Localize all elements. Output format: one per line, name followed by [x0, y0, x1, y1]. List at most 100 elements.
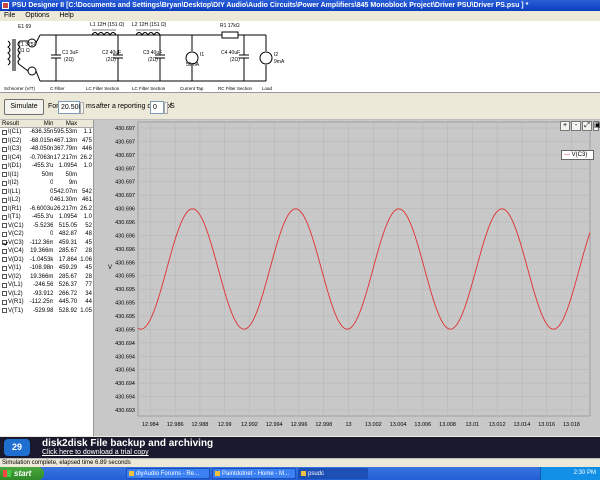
- chart-svg: 430.697 430.697 430.697 430.697 430.697 430.6…: [108, 121, 591, 428]
- y-tick-label: 430.697: [115, 126, 135, 132]
- result-checkbox[interactable]: [2, 240, 7, 246]
- col-result[interactable]: Result: [0, 120, 30, 127]
- result-row[interactable]: V(R1) -112.25m 445.70 44: [0, 298, 93, 307]
- result-checkbox[interactable]: [2, 223, 7, 229]
- delay-spinner[interactable]: [164, 102, 168, 114]
- result-name: I(L1): [0, 188, 30, 197]
- start-label: start: [14, 469, 32, 478]
- result-checkbox[interactable]: [2, 163, 7, 169]
- col-max[interactable]: Max: [53, 120, 77, 127]
- result-row[interactable]: I(C3) -48.050m 367.79m 446: [0, 145, 93, 154]
- result-max: 595.53m: [53, 129, 78, 135]
- resistor-r1[interactable]: [221, 31, 239, 39]
- result-max: 459.29: [58, 265, 78, 271]
- result-row[interactable]: V(L2) -93.912 266.72 34: [0, 290, 93, 299]
- result-name: I(C2): [0, 137, 30, 146]
- zoom-reset-icon[interactable]: ▣: [593, 121, 600, 131]
- result-row[interactable]: V(I1) -108.98m 459.29 45: [0, 264, 93, 273]
- result-row[interactable]: I(T1) -455.3'u 1.0954 1.0: [0, 213, 93, 222]
- result-row[interactable]: I(C2) -68.015m 467.13m 475: [0, 137, 93, 146]
- result-checkbox[interactable]: [2, 248, 7, 254]
- ad-banner[interactable]: 29 disk2disk File backup and archiving C…: [0, 437, 600, 458]
- result-row[interactable]: I(L2) 0 461.30m 461: [0, 196, 93, 205]
- result-checkbox[interactable]: [2, 180, 7, 186]
- result-checkbox[interactable]: [2, 265, 7, 271]
- x-tick-label: 12.992: [241, 422, 258, 428]
- result-row[interactable]: I(L1) 0 542.07m 542: [0, 188, 93, 197]
- start-button[interactable]: start: [0, 467, 44, 480]
- col-min[interactable]: Min: [30, 120, 54, 127]
- result-max: 17.217m: [53, 154, 78, 161]
- result-max: 445.70: [58, 299, 78, 305]
- taskbar-item-forums[interactable]: diyAudio Forums - Re...: [126, 468, 210, 479]
- result-checkbox[interactable]: [2, 172, 7, 178]
- clock[interactable]: 2:30 PM: [574, 470, 596, 476]
- result-label: I(T1): [8, 214, 21, 220]
- zoom-fit-icon[interactable]: ⤢: [582, 121, 592, 131]
- result-row[interactable]: I(I2) 0 9m: [0, 179, 93, 188]
- result-checkbox[interactable]: [2, 189, 7, 195]
- inductor-l1[interactable]: [91, 29, 117, 36]
- zoom-out-icon[interactable]: -: [571, 121, 581, 131]
- result-checkbox[interactable]: [2, 146, 7, 152]
- result-checkbox[interactable]: [2, 129, 7, 135]
- plot-background[interactable]: [137, 121, 591, 417]
- menu-options[interactable]: Options: [21, 12, 53, 19]
- result-checkbox[interactable]: [2, 257, 7, 263]
- result-checkbox[interactable]: [2, 299, 7, 305]
- result-checkbox[interactable]: [2, 155, 7, 161]
- task-label: Paintdotnet - Home - M...: [222, 471, 290, 477]
- result-checkbox[interactable]: [2, 197, 7, 203]
- r1-label: R1 17kΩ: [220, 23, 240, 29]
- taskbar-item-psudc[interactable]: psudc: [298, 468, 368, 479]
- duration-input[interactable]: 20.500: [58, 101, 82, 114]
- simulate-button[interactable]: Simulate: [4, 99, 44, 115]
- menu-help[interactable]: Help: [55, 12, 77, 19]
- result-row[interactable]: I(R1) -6.6003u 26.217m 26.2: [0, 205, 93, 214]
- result-max: 17.864: [58, 256, 78, 263]
- l2-label: L2 12H (151 Ω): [132, 22, 167, 28]
- result-row[interactable]: V(T1) -529.98 528.92 1.05: [0, 307, 93, 316]
- col-extra[interactable]: [77, 120, 93, 127]
- result-checkbox[interactable]: [2, 231, 7, 237]
- duration-spinner[interactable]: [80, 102, 84, 114]
- result-checkbox[interactable]: [2, 282, 7, 288]
- taskbar-item-paint[interactable]: Paintdotnet - Home - M...: [212, 468, 296, 479]
- banner-headline: disk2disk File backup and archiving: [42, 438, 214, 449]
- result-name: V(D1): [0, 256, 30, 265]
- current-source-i2[interactable]: [259, 35, 273, 81]
- banner-link[interactable]: Click here to download a trial copy: [42, 449, 149, 456]
- browser-icon: [215, 471, 220, 476]
- result-row[interactable]: V(L1) -246.56 526.37 77: [0, 281, 93, 290]
- result-row[interactable]: I(C1) -636.35m 595.53m 1.1: [0, 128, 93, 137]
- result-row[interactable]: I(D1) -455.3'u 1.0954 1.0: [0, 162, 93, 171]
- result-row[interactable]: V(C4) 19.366m 285.67 28: [0, 247, 93, 256]
- x-tick-label: 13.004: [390, 422, 407, 428]
- result-row[interactable]: V(C2) 0 482.87 48: [0, 230, 93, 239]
- result-name: V(R1): [0, 298, 30, 307]
- result-row[interactable]: V(C1) -5.5236 515.05 52: [0, 222, 93, 231]
- menu-file[interactable]: File: [0, 12, 19, 19]
- inductor-l2[interactable]: [135, 29, 161, 36]
- result-row[interactable]: V(I2) 19.366m 285.67 28: [0, 273, 93, 282]
- result-checkbox[interactable]: [2, 274, 7, 280]
- y-tick-label: 430.695: [115, 314, 135, 320]
- result-checkbox[interactable]: [2, 138, 7, 144]
- result-row[interactable]: I(I1) 50m 50m: [0, 171, 93, 180]
- delay-input[interactable]: 0: [150, 101, 164, 114]
- capacitor-c4[interactable]: [239, 35, 249, 81]
- result-checkbox[interactable]: [2, 206, 7, 212]
- result-min: -112.36m: [29, 239, 54, 246]
- result-name: I(L2): [0, 196, 30, 205]
- task-label: diyAudio Forums - Re...: [136, 471, 200, 477]
- result-checkbox[interactable]: [2, 291, 7, 297]
- result-extra: 26.2: [80, 205, 92, 212]
- result-row[interactable]: V(D1) -1.0453k 17.864 1.06: [0, 256, 93, 265]
- result-checkbox[interactable]: [2, 308, 7, 314]
- result-row[interactable]: I(C4) -0.7063m 17.217m 26.2: [0, 154, 93, 163]
- zoom-in-icon[interactable]: +: [560, 121, 570, 131]
- capacitor-c1[interactable]: [51, 35, 61, 81]
- result-row[interactable]: V(C3) -112.36m 459.31 45: [0, 239, 93, 248]
- result-checkbox[interactable]: [2, 214, 7, 220]
- current-source-i1[interactable]: [185, 35, 199, 81]
